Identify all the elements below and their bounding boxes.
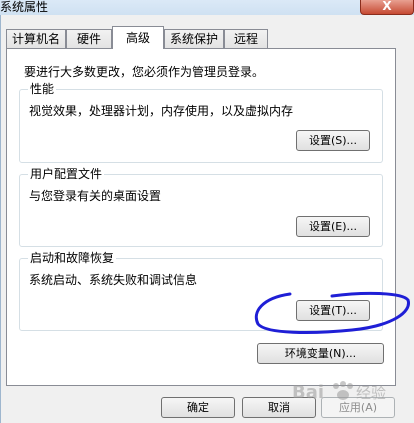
startup-recovery-settings-button[interactable]: 设置(T)... [296, 300, 370, 321]
tab-computer-name[interactable]: 计算机名 [6, 29, 66, 48]
ok-button[interactable]: 确定 [161, 397, 235, 418]
performance-settings-button[interactable]: 设置(S)... [296, 130, 370, 151]
environment-variables-button[interactable]: 环境变量(N)... [257, 343, 384, 364]
tab-advanced[interactable]: 高级 [112, 26, 164, 49]
tab-remote[interactable]: 远程 [224, 29, 268, 48]
apply-button[interactable]: 应用(A) [321, 397, 395, 418]
user-profiles-title: 用户配置文件 [28, 167, 105, 181]
admin-notice: 要进行大多数更改，您必须作为管理员登录。 [24, 65, 265, 79]
cancel-button[interactable]: 取消 [242, 397, 316, 418]
performance-group: 性能 视觉效果，处理器计划，内存使用，以及虚拟内存 [19, 82, 383, 163]
startup-recovery-title: 启动和故障恢复 [28, 251, 117, 265]
startup-recovery-description: 系统启动、系统失败和调试信息 [29, 273, 198, 287]
user-profiles-description: 与您登录有关的桌面设置 [29, 189, 162, 203]
close-button[interactable]: X [360, 0, 414, 15]
tab-system-protection[interactable]: 系统保护 [164, 29, 224, 48]
user-profiles-settings-button[interactable]: 设置(E)... [296, 216, 370, 237]
tab-hardware[interactable]: 硬件 [66, 29, 112, 48]
performance-title: 性能 [28, 82, 57, 96]
window-title: 系统属性 [0, 0, 49, 14]
performance-description: 视觉效果，处理器计划，内存使用，以及虚拟内存 [29, 104, 294, 118]
